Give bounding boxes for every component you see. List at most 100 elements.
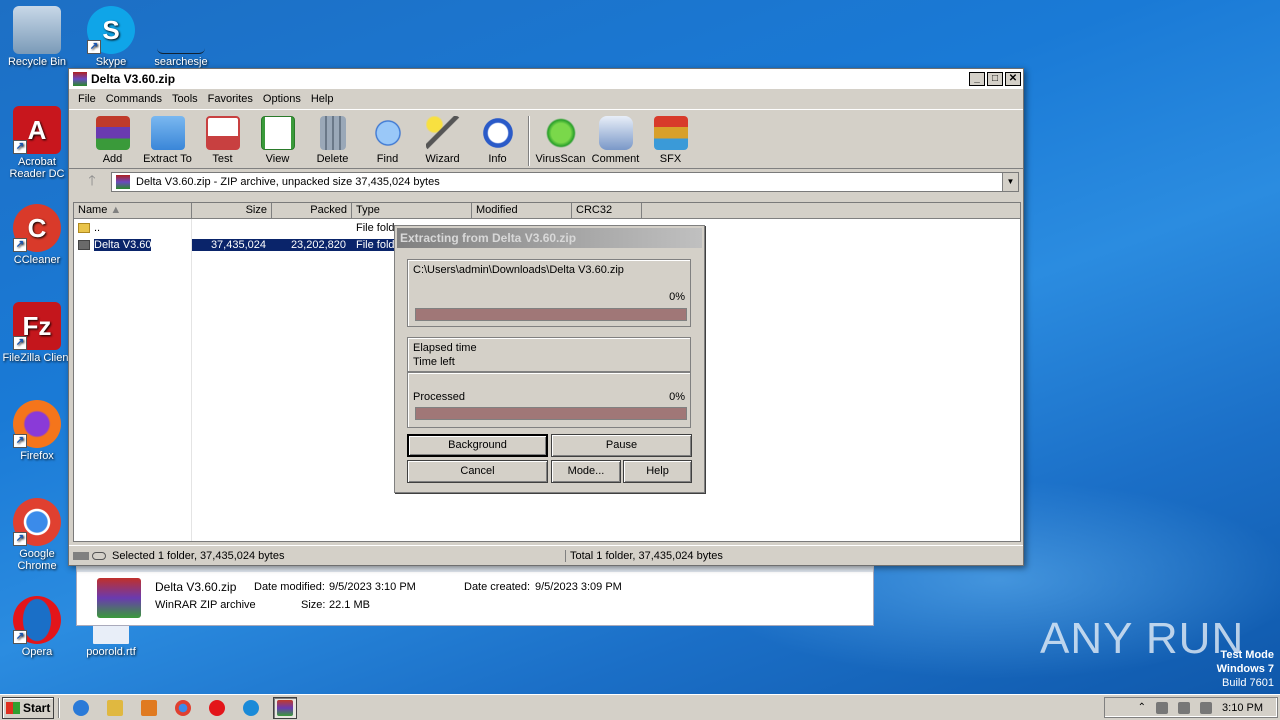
taskbar-media-player[interactable]	[137, 697, 161, 719]
show-hidden-icons-icon[interactable]: ⌃	[1138, 702, 1146, 713]
up-one-level-button[interactable]: 🡑	[73, 170, 111, 194]
virusscan-button[interactable]: VirusScan	[533, 114, 588, 165]
desktop-icon-label: CCleaner	[13, 254, 61, 266]
toolbar-label: VirusScan	[535, 153, 586, 165]
explorer-details-pane: Delta V3.60.zip WinRAR ZIP archive Date …	[76, 566, 874, 626]
shortcut-arrow-icon: ↗	[13, 238, 27, 252]
desktop-icon-searchesje[interactable]: searchesje	[144, 6, 218, 68]
title-bar[interactable]: Delta V3.60.zip _ □ ✕	[69, 69, 1023, 89]
address-bar: 🡑 Delta V3.60.zip - ZIP archive, unpacke…	[69, 169, 1023, 195]
action-center-flag-icon[interactable]	[1200, 701, 1213, 714]
find-button[interactable]: Find	[360, 114, 415, 165]
desktop-icon-chrome[interactable]: ↗ Google Chrome	[0, 498, 74, 572]
toolbar-label: Add	[102, 153, 123, 165]
taskbar-ie[interactable]	[69, 697, 93, 719]
network-icon[interactable]	[1178, 701, 1191, 714]
menu-help[interactable]: Help	[306, 93, 339, 105]
test-clipboard-icon	[205, 116, 240, 150]
close-button[interactable]: ✕	[1005, 72, 1021, 86]
archive-path: C:\Users\admin\Downloads\Delta V3.60.zip	[413, 264, 624, 276]
extract-to-button[interactable]: Extract To	[140, 114, 195, 165]
add-button[interactable]: Add	[85, 114, 140, 165]
desktop-icon-ccleaner[interactable]: C ↗ CCleaner	[0, 204, 74, 266]
desktop-icon-filezilla[interactable]: Fz ↗ FileZilla Client	[0, 302, 74, 364]
maximize-button[interactable]: □	[987, 72, 1003, 86]
sfx-button[interactable]: SFX	[643, 114, 698, 165]
desktop-icon-label: FileZilla Client	[2, 352, 72, 364]
column-header-packed[interactable]: Packed	[272, 203, 352, 218]
toolbar-label: View	[265, 153, 290, 165]
processed-group: Processed 0%	[407, 372, 691, 428]
blank-shortcut-icon	[157, 6, 205, 54]
shortcut-arrow-icon: ↗	[13, 630, 27, 644]
info-button[interactable]: Info	[470, 114, 525, 165]
desktop-icon-label: Acrobat Reader DC	[9, 156, 65, 180]
processed-label: Processed	[413, 391, 465, 403]
toolbar-label: Test	[212, 153, 233, 165]
column-header-name[interactable]: Name ▲	[74, 203, 192, 218]
test-button[interactable]: Test	[195, 114, 250, 165]
shortcut-arrow-icon: ↗	[87, 40, 101, 54]
toolbar-separator	[528, 116, 530, 166]
menu-file[interactable]: File	[73, 93, 101, 105]
column-header-modified[interactable]: Modified	[472, 203, 572, 218]
shortcut-arrow-icon: ↗	[13, 140, 27, 154]
cancel-button[interactable]: Cancel	[407, 460, 548, 483]
desktop-icon-firefox[interactable]: ↗ Firefox	[0, 400, 74, 462]
wizard-button[interactable]: Wizard	[415, 114, 470, 165]
extract-progress-dialog: Extracting from Delta V3.60.zip C:\Users…	[394, 225, 705, 493]
menu-options[interactable]: Options	[258, 93, 306, 105]
menu-commands[interactable]: Commands	[101, 93, 167, 105]
clock[interactable]: 3:10 PM	[1222, 702, 1263, 714]
shortcut-arrow-icon: ↗	[13, 336, 27, 350]
taskbar-chrome[interactable]	[171, 697, 195, 719]
start-button[interactable]: Start	[2, 696, 54, 719]
column-header-crc32[interactable]: CRC32	[572, 203, 642, 218]
windows-version-line: Windows 7	[1216, 663, 1274, 675]
dialog-title[interactable]: Extracting from Delta V3.60.zip	[397, 228, 702, 248]
path-text: Delta V3.60.zip - ZIP archive, unpacked …	[136, 176, 440, 188]
column-header-type[interactable]: Type	[352, 203, 472, 218]
chrome-icon	[175, 699, 191, 716]
chevron-down-icon[interactable]: ▼	[1002, 173, 1018, 191]
view-button[interactable]: View	[250, 114, 305, 165]
column-header-size[interactable]: Size	[192, 203, 272, 218]
desktop-icon-opera[interactable]: ↗ Opera	[0, 596, 74, 658]
test-mode-notice: Test Mode Windows 7 Build 7601	[1217, 648, 1274, 690]
row-packed: 23,202,820	[272, 239, 352, 251]
background-button[interactable]: Background	[407, 434, 548, 457]
magnifier-icon	[370, 116, 405, 150]
drive-icon	[73, 551, 89, 560]
path-combobox[interactable]: Delta V3.60.zip - ZIP archive, unpacked …	[111, 172, 1019, 192]
acrobat-icon: A ↗	[13, 106, 61, 154]
desktop-icon-acrobat[interactable]: A ↗ Acrobat Reader DC	[0, 106, 74, 180]
recycle-bin-icon	[13, 6, 61, 54]
help-button[interactable]: Help	[623, 460, 692, 483]
file-list-header: Name ▲ Size Packed Type Modified CRC32	[74, 203, 1020, 219]
menu-favorites[interactable]: Favorites	[203, 93, 258, 105]
delete-button[interactable]: Delete	[305, 114, 360, 165]
menu-tools[interactable]: Tools	[167, 93, 203, 105]
details-modified-label: Date modified:	[254, 581, 325, 593]
taskbar-explorer[interactable]	[103, 697, 127, 719]
desktop-icon-label: searchesje	[154, 56, 208, 68]
status-bar: Selected 1 folder, 37,435,024 bytes Tota…	[69, 545, 1023, 565]
pause-button[interactable]: Pause	[551, 434, 692, 457]
taskbar-edge[interactable]	[239, 697, 263, 719]
taskbar-opera[interactable]	[205, 697, 229, 719]
sort-ascending-icon: ▲	[110, 204, 122, 216]
explorer-icon	[107, 699, 123, 716]
window-title: Delta V3.60.zip	[91, 72, 176, 86]
comment-button[interactable]: Comment	[588, 114, 643, 165]
volume-icon[interactable]	[1156, 701, 1169, 714]
sfx-icon	[653, 116, 688, 150]
taskbar-winrar[interactable]	[273, 696, 297, 719]
file-progress-group: C:\Users\admin\Downloads\Delta V3.60.zip…	[407, 259, 691, 327]
minimize-button[interactable]: _	[969, 72, 985, 86]
desktop-icon-recycle-bin[interactable]: Recycle Bin	[0, 6, 74, 68]
opera-icon	[209, 699, 225, 716]
filezilla-icon: Fz ↗	[13, 302, 61, 350]
mode-button[interactable]: Mode...	[551, 460, 621, 483]
desktop-icon-skype[interactable]: S ↗ Skype	[74, 6, 148, 68]
details-filename: Delta V3.60.zip	[155, 580, 237, 594]
